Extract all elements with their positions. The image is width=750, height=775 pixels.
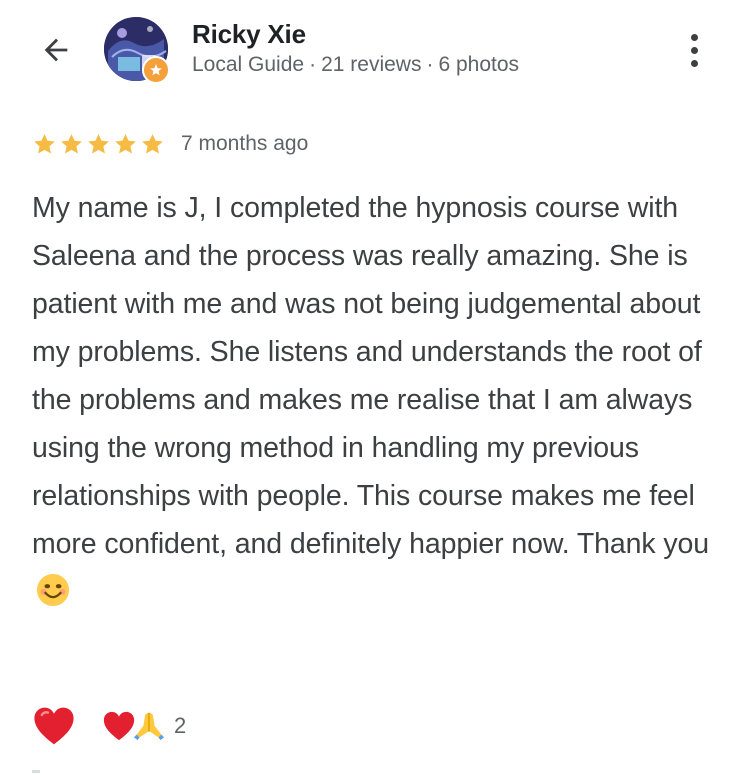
reviewer-stats: Local Guide · 21 reviews · 6 photos [192, 53, 519, 77]
heart-icon [103, 711, 135, 741]
heart-icon[interactable] [32, 704, 76, 748]
more-vert-dot [690, 46, 698, 54]
more-vert-dot [690, 59, 698, 67]
review-count: 21 reviews [321, 53, 422, 76]
reactions-row: 2 [32, 702, 186, 750]
reaction-count: 2 [174, 713, 187, 738]
star-icon [61, 133, 82, 153]
back-arrow-icon [44, 38, 68, 62]
folded-hands-icon [133, 712, 165, 741]
review-body: My name is J, I completed the hypnosis c… [32, 184, 722, 616]
star-icon [34, 133, 55, 153]
back-button[interactable] [36, 30, 76, 70]
star-icon [115, 133, 136, 153]
more-options-button[interactable] [676, 28, 712, 72]
divider [32, 770, 40, 773]
star-icon [88, 133, 109, 153]
star-icon [142, 133, 163, 153]
reviewer-name[interactable]: Ricky Xie [192, 19, 306, 50]
star-rating [32, 132, 165, 157]
more-vert-icon [690, 33, 698, 41]
smiling-face-icon [36, 573, 70, 607]
reaction-summary[interactable]: 2 [102, 709, 186, 743]
local-guide-badge-icon [142, 56, 170, 84]
separator: · [309, 53, 317, 76]
photo-count: 6 photos [438, 53, 520, 76]
review-text: My name is J, I completed the hypnosis c… [32, 192, 710, 560]
review-time: 7 months ago [181, 132, 309, 155]
local-guide-label: Local Guide [192, 53, 305, 76]
separator: · [426, 53, 434, 76]
rating-row: 7 months ago [32, 128, 308, 160]
review-header: Ricky Xie Local Guide · 21 reviews · 6 photo… [0, 0, 750, 110]
